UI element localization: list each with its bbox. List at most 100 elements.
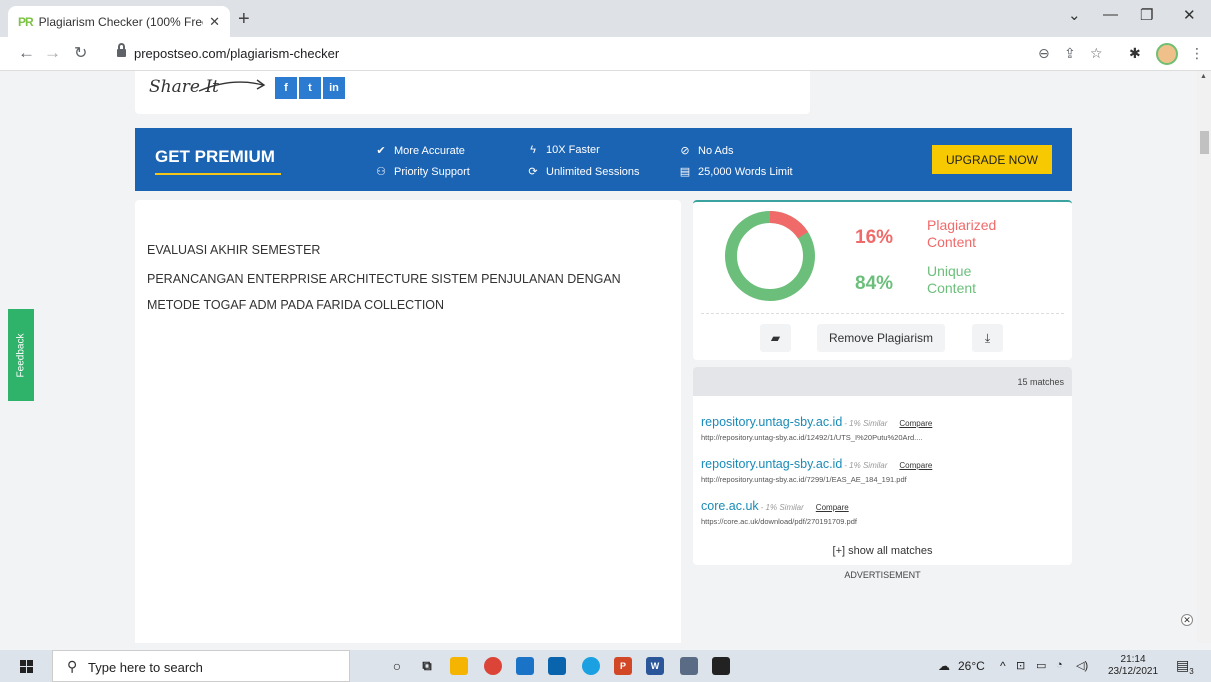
unique-label: Unique Content [927, 263, 977, 296]
tab-search-icon[interactable]: ⌄ [1068, 6, 1081, 24]
powerpoint-icon[interactable]: P [614, 657, 632, 675]
chrome-icon[interactable] [484, 657, 502, 675]
search-icon: ⚲ [67, 658, 78, 674]
taskbar-search[interactable]: ⚲ Type here to search [52, 650, 350, 682]
close-window-button[interactable]: ✕ [1183, 6, 1196, 24]
match-url: https://core.ac.uk/download/pdf/27019170… [701, 517, 857, 526]
cortana-icon[interactable]: ○ [388, 657, 406, 675]
scrollbar-thumb[interactable] [1200, 131, 1209, 154]
search-placeholder: Type here to search [88, 660, 203, 675]
plagiarized-percent: 16% [855, 227, 894, 248]
match-site-link[interactable]: core.ac.uk [701, 499, 759, 513]
close-tab-icon[interactable]: ✕ [209, 14, 220, 30]
share-box: Share It f t in [135, 71, 810, 114]
feature-more-accurate: ✔ More Accurate [376, 144, 465, 158]
remove-plagiarism-button[interactable]: Remove Plagiarism [817, 324, 945, 352]
book-icon: ▰ [770, 331, 781, 345]
notification-icon[interactable]: ▤3 [1176, 657, 1194, 676]
browser-tab-bar: PR Plagiarism Checker (100% Free Pl ✕ + … [0, 0, 1211, 37]
store-icon[interactable] [516, 657, 534, 675]
match-url: http://repository.untag-sby.ac.id/7299/1… [701, 475, 907, 484]
new-tab-button[interactable]: + [238, 8, 250, 31]
maximize-button[interactable]: ❐ [1140, 6, 1153, 24]
feedback-tab[interactable]: Feedback [8, 309, 34, 401]
word-icon[interactable]: W [646, 657, 664, 675]
compare-link[interactable]: Compare [816, 503, 849, 512]
edge-icon[interactable] [582, 657, 600, 675]
terminal-icon[interactable] [712, 657, 730, 675]
match-url: http://repository.untag-sby.ac.id/12492/… [701, 433, 923, 442]
minimize-button[interactable]: — [1103, 6, 1118, 23]
back-icon[interactable]: ← [18, 43, 35, 63]
battery-icon[interactable]: ▭ [1036, 659, 1046, 672]
profile-avatar[interactable] [1156, 43, 1178, 65]
feature-priority-support: ⚇ Priority Support [376, 165, 470, 179]
feature-unlimited-sessions: ⟳ Unlimited Sessions [528, 165, 640, 179]
premium-banner: GET PREMIUM ✔ More Accurate ⚇ Priority Sup… [135, 128, 1072, 191]
page-viewport: Share It f t in GET PREMIUM ✔ More Accura… [0, 71, 1197, 643]
zoom-icon[interactable]: ⊖ [1038, 45, 1050, 62]
match-site-link[interactable]: repository.untag-sby.ac.id [701, 415, 842, 429]
scroll-up-icon[interactable]: ▲ [1200, 73, 1207, 80]
editor-line: EVALUASI AKHIR SEMESTER [147, 243, 321, 257]
menu-icon[interactable]: ⋮ [1190, 45, 1204, 62]
text-editor[interactable]: EVALUASI AKHIR SEMESTER PERANCANGAN ENTE… [135, 200, 681, 643]
download-button[interactable]: ⤓ [972, 324, 1003, 352]
clock-date: 23/12/2021 [1108, 666, 1159, 677]
linkedin-share-button[interactable]: in [323, 77, 345, 99]
favicon-icon: PR [18, 14, 34, 29]
scrollbar[interactable] [1197, 71, 1211, 643]
advertisement-label: ADVERTISEMENT [844, 570, 921, 580]
unique-percent: 84% [855, 273, 894, 294]
feature-faster: ϟ 10X Faster [527, 144, 600, 156]
feature-no-ads: ⊘ No Ads [680, 144, 734, 158]
clock-time: 21:14 [1120, 654, 1146, 665]
compare-link[interactable]: Compare [899, 461, 932, 470]
forward-icon[interactable]: → [44, 43, 61, 63]
show-all-matches-link[interactable]: [+] show all matches [693, 545, 1072, 557]
browser-tab[interactable]: PR Plagiarism Checker (100% Free Pl ✕ [8, 6, 230, 37]
upgrade-now-button[interactable]: UPGRADE NOW [932, 145, 1052, 174]
task-view-icon[interactable]: ⧉ [418, 657, 436, 675]
document-icon: ▤ [679, 166, 691, 178]
tray-chevron-icon[interactable]: ^ [1000, 659, 1006, 673]
share-page-icon[interactable]: ⇪ [1064, 45, 1076, 62]
matches-panel: 15 matches repository.untag-sby.ac.id - 1… [693, 367, 1072, 565]
feedback-label: Feedback [15, 333, 27, 377]
arrow-icon [198, 79, 266, 92]
match-similarity: - 1% Similar [844, 461, 888, 470]
close-ad-icon[interactable]: ✕ [1181, 614, 1193, 626]
volume-icon[interactable]: ◁) [1076, 659, 1088, 672]
weather-icon[interactable]: ☁ [938, 659, 950, 673]
twitter-share-button[interactable]: t [299, 77, 321, 99]
reload-icon[interactable]: ↻ [74, 43, 87, 63]
wifi-icon[interactable]: ◔ [1056, 659, 1063, 671]
weather-temp[interactable]: 26°C [958, 659, 985, 673]
download-icon: ⤓ [984, 330, 991, 345]
matches-count: 15 matches [1017, 376, 1064, 387]
bookmark-star-icon[interactable]: ☆ [1090, 45, 1103, 62]
mail-icon[interactable] [548, 657, 566, 675]
report-button[interactable]: ▰ [760, 324, 791, 352]
refresh-icon: ⟳ [528, 166, 538, 178]
result-donut-chart [725, 211, 815, 301]
match-item: repository.untag-sby.ac.id - 1% Similar Co… [701, 413, 932, 442]
editor-line: METODE TOGAF ADM PADA FARIDA COLLECTION [147, 298, 445, 312]
compare-link[interactable]: Compare [899, 419, 932, 428]
premium-underline [155, 173, 281, 175]
address-bar: ← → ↻ prepostseo.com/plagiarism-checker … [0, 37, 1211, 71]
url-field[interactable]: prepostseo.com/plagiarism-checker [134, 46, 339, 61]
match-site-link[interactable]: repository.untag-sby.ac.id [701, 457, 842, 471]
pen-app-icon[interactable] [680, 657, 698, 675]
users-icon: ⚇ [376, 166, 386, 178]
tab-title: Plagiarism Checker (100% Free Pl [38, 14, 203, 29]
network-icon[interactable]: ⊡ [1016, 659, 1025, 672]
windows-start-icon[interactable] [20, 660, 33, 673]
check-icon: ✔ [376, 145, 386, 157]
match-similarity: - 1% Similar [844, 419, 888, 428]
facebook-share-button[interactable]: f [275, 77, 297, 99]
bolt-icon: ϟ [530, 144, 536, 156]
extensions-icon[interactable]: ✱ [1129, 45, 1141, 62]
clock[interactable]: 21:14 23/12/2021 [1108, 654, 1158, 678]
file-explorer-icon[interactable] [450, 657, 468, 675]
